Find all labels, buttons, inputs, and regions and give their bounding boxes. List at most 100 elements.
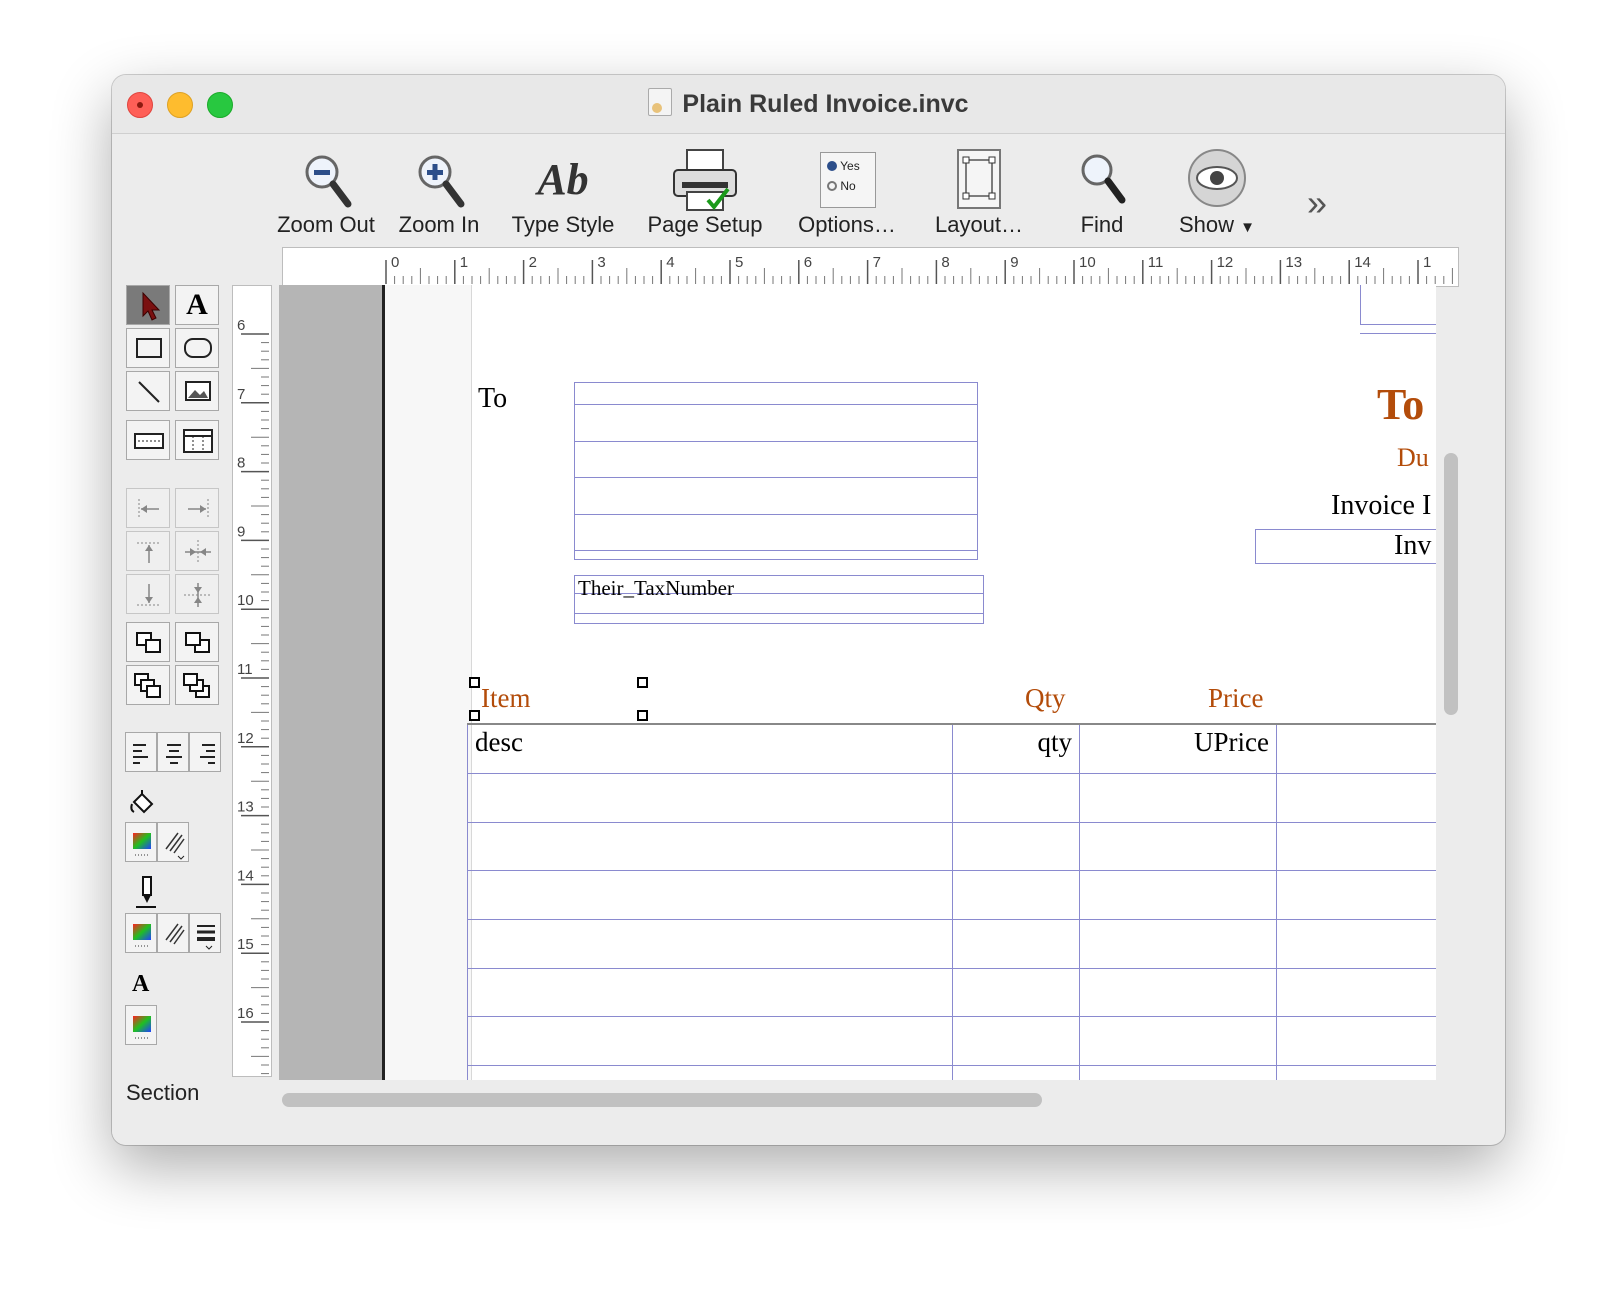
zoom-in-label: Zoom In (398, 212, 480, 237)
selection-handle[interactable] (469, 677, 480, 688)
to-label: To (478, 383, 508, 414)
type-style-label: Type Style (511, 212, 615, 237)
align-left-edge-icon[interactable] (126, 488, 170, 528)
table-tool[interactable] (175, 420, 219, 460)
horizontal-scrollbar[interactable] (282, 1093, 1042, 1107)
text-color-swatch[interactable] (125, 1005, 157, 1045)
page-margin-gray (279, 285, 384, 1080)
horizontal-ruler: 0 1 2 3 4 5 6 7 8 9 10 11 12 13 14 1 (282, 247, 1459, 287)
chevron-down-icon: ▼ (1240, 219, 1256, 236)
uprice-field[interactable]: UPrice (1079, 727, 1269, 758)
address-rule (574, 404, 978, 405)
line-weight-icon[interactable] (189, 913, 221, 953)
ruler-tick-label: 1 (460, 254, 468, 271)
ruler-tick-label: 2 (529, 254, 537, 271)
total-heading: To (1377, 380, 1425, 429)
table-row-rule (467, 773, 1436, 774)
ruler-tick-label: 1 (1423, 254, 1431, 271)
document-canvas[interactable]: To Their_TaxNumber To Du Invoice I Inv I… (385, 285, 1436, 1080)
zoom-out-button[interactable]: Zoom Out (274, 148, 378, 238)
table-row-rule (467, 870, 1436, 871)
ruler-tick-label: 15 (237, 936, 254, 953)
vertical-scrollbar[interactable] (1444, 453, 1458, 715)
zoom-out-label: Zoom Out (277, 212, 375, 237)
toolbar-overflow-glyph: » (1307, 182, 1328, 223)
find-label: Find (1080, 212, 1124, 237)
table-column-rule (1079, 725, 1080, 1080)
field-tool[interactable] (126, 420, 170, 460)
due-label: Du (1397, 443, 1429, 472)
arrow-tool[interactable] (126, 285, 170, 325)
printer-icon (644, 148, 766, 212)
window-title: Plain Ruled Invoice.invc (112, 88, 1505, 119)
qty-column-heading: Qty (1025, 683, 1066, 713)
line-color-swatch[interactable] (125, 913, 157, 953)
text-tool[interactable]: A (175, 285, 219, 325)
text-align-right-icon[interactable] (189, 732, 221, 772)
table-row-rule (467, 1016, 1436, 1017)
vertical-ruler: 6 7 8 9 10 11 12 13 14 15 16 (232, 285, 272, 1077)
align-right-edge-icon[interactable] (175, 488, 219, 528)
align-bottom-edge-icon[interactable] (126, 574, 170, 614)
ruler-tick-label: 12 (1217, 254, 1234, 271)
selection-handle[interactable] (469, 710, 480, 721)
show-label: Show ▼ (1172, 212, 1262, 238)
rounded-rect-tool[interactable] (175, 328, 219, 368)
desc-field[interactable]: desc (475, 727, 523, 758)
left-margin-band (385, 285, 472, 1080)
tax-number-text: Their_TaxNumber (578, 576, 734, 600)
picture-tool[interactable] (175, 371, 219, 411)
center-vertical-icon[interactable] (175, 574, 219, 614)
options-yes-text: Yes (840, 159, 860, 173)
fill-pattern-swatch[interactable] (157, 822, 189, 862)
type-style-icon: Ab (505, 148, 621, 212)
center-horizontal-icon[interactable] (175, 531, 219, 571)
bring-forward-icon[interactable] (126, 622, 170, 662)
ruler-tick-label: 14 (237, 867, 254, 884)
ruler-tick-label: 9 (1010, 254, 1018, 271)
line-tool[interactable] (126, 371, 170, 411)
show-button[interactable]: Show ▼ (1172, 148, 1262, 238)
ruler-tick-label: 13 (1285, 254, 1302, 271)
ruler-tick-label: 0 (391, 254, 399, 271)
ruler-tick-label: 7 (873, 254, 881, 271)
ruler-tick-label: 6 (237, 317, 245, 334)
ruler-tick-label: 13 (237, 799, 254, 816)
invoice-number-text: Inv (1394, 530, 1432, 561)
page-setup-button[interactable]: Page Setup (644, 148, 766, 238)
rectangle-tool[interactable] (126, 328, 170, 368)
invoice-number-label: Invoice I (1331, 490, 1432, 521)
find-button[interactable]: Find (1067, 148, 1137, 238)
line-pattern-swatch[interactable] (157, 913, 189, 953)
fill-color-swatch[interactable] (125, 822, 157, 862)
qty-field[interactable]: qty (952, 727, 1072, 758)
ruler-tick-label: 11 (237, 661, 253, 678)
address-rule (574, 550, 978, 551)
window-title-text: Plain Ruled Invoice.invc (682, 90, 969, 118)
top-right-field[interactable] (1360, 285, 1436, 325)
layout-label: Layout… (934, 212, 1024, 237)
page-setup-label: Page Setup (647, 212, 763, 237)
title-bar: Plain Ruled Invoice.invc (112, 75, 1505, 134)
section-label: Section (126, 1080, 200, 1105)
zoom-out-icon (274, 148, 378, 212)
text-tool-glyph: A (186, 288, 208, 321)
layout-button[interactable]: Layout… (934, 148, 1024, 238)
table-row-rule (467, 968, 1436, 969)
table-column-rule (952, 725, 953, 1080)
options-button[interactable]: Yes No Options… (795, 148, 899, 238)
layout-icon (934, 148, 1024, 212)
type-style-button[interactable]: Ab Type Style (505, 148, 621, 238)
text-align-center-icon[interactable] (157, 732, 189, 772)
table-row-rule (467, 822, 1436, 823)
text-align-left-icon[interactable] (125, 732, 157, 772)
bring-to-front-icon[interactable] (126, 665, 170, 705)
send-to-back-icon[interactable] (175, 665, 219, 705)
toolbar-overflow-button[interactable]: » (1307, 182, 1327, 224)
address-block[interactable] (574, 382, 978, 560)
zoom-in-button[interactable]: Zoom In (394, 148, 484, 238)
align-top-edge-icon[interactable] (126, 531, 170, 571)
send-backward-icon[interactable] (175, 622, 219, 662)
selection-handle[interactable] (637, 677, 648, 688)
selection-handle[interactable] (637, 710, 648, 721)
